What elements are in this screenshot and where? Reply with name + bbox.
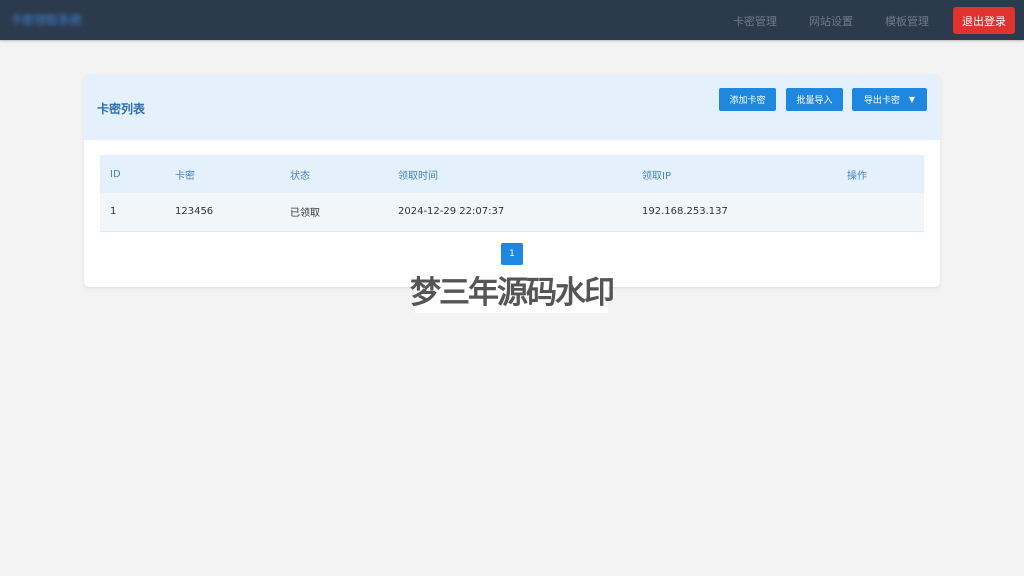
table-row: 1 123456 已领取 2024-12-29 22:07:37 192.168… xyxy=(100,193,924,231)
batch-import-button[interactable]: 批量导入 xyxy=(786,88,843,111)
nav-site-settings[interactable]: 网站设置 xyxy=(809,13,853,29)
site-brand[interactable]: 卡密领取系统 xyxy=(10,11,82,28)
card-list-panel: 卡密列表 添加卡密 批量导入 导出卡密 ▼ ID 卡密 状态 领取时间 领取IP… xyxy=(84,75,940,287)
add-card-button[interactable]: 添加卡密 xyxy=(719,88,776,111)
nav-card-management[interactable]: 卡密管理 xyxy=(733,13,777,29)
col-header-actions: 操作 xyxy=(847,170,867,182)
export-card-button[interactable]: 导出卡密 ▼ xyxy=(852,88,927,111)
logout-button[interactable]: 退出登录 xyxy=(953,7,1015,34)
top-navbar: 卡密领取系统 卡密管理 网站设置 模板管理 退出登录 xyxy=(0,0,1024,40)
cell-claim-time: 2024-12-29 22:07:37 xyxy=(398,206,505,218)
table-header-row: ID 卡密 状态 领取时间 领取IP 操作 xyxy=(100,155,924,193)
cell-claim-ip: 192.168.253.137 xyxy=(642,206,728,218)
cell-status: 已领取 xyxy=(290,208,320,220)
col-header-id: ID xyxy=(110,168,121,180)
nav-template-management[interactable]: 模板管理 xyxy=(885,13,929,29)
cell-card-key: 123456 xyxy=(175,206,214,218)
cell-actions xyxy=(837,193,924,231)
card-table: ID 卡密 状态 领取时间 领取IP 操作 1 123456 已领取 2024-… xyxy=(100,155,924,232)
col-header-claim-time: 领取时间 xyxy=(398,170,438,182)
col-header-card-key: 卡密 xyxy=(175,170,195,182)
pagination-page-1[interactable]: 1 xyxy=(501,243,523,265)
col-header-claim-ip: 领取IP xyxy=(642,170,671,182)
card-header: 卡密列表 添加卡密 批量导入 导出卡密 ▼ xyxy=(84,75,940,140)
watermark-text: 梦三年源码水印 xyxy=(410,265,615,313)
cell-id: 1 xyxy=(110,206,117,218)
caret-down-icon: ▼ xyxy=(908,95,916,104)
card-title: 卡密列表 xyxy=(97,102,146,116)
col-header-status: 状态 xyxy=(290,170,310,182)
export-label: 导出卡密 xyxy=(863,96,900,106)
